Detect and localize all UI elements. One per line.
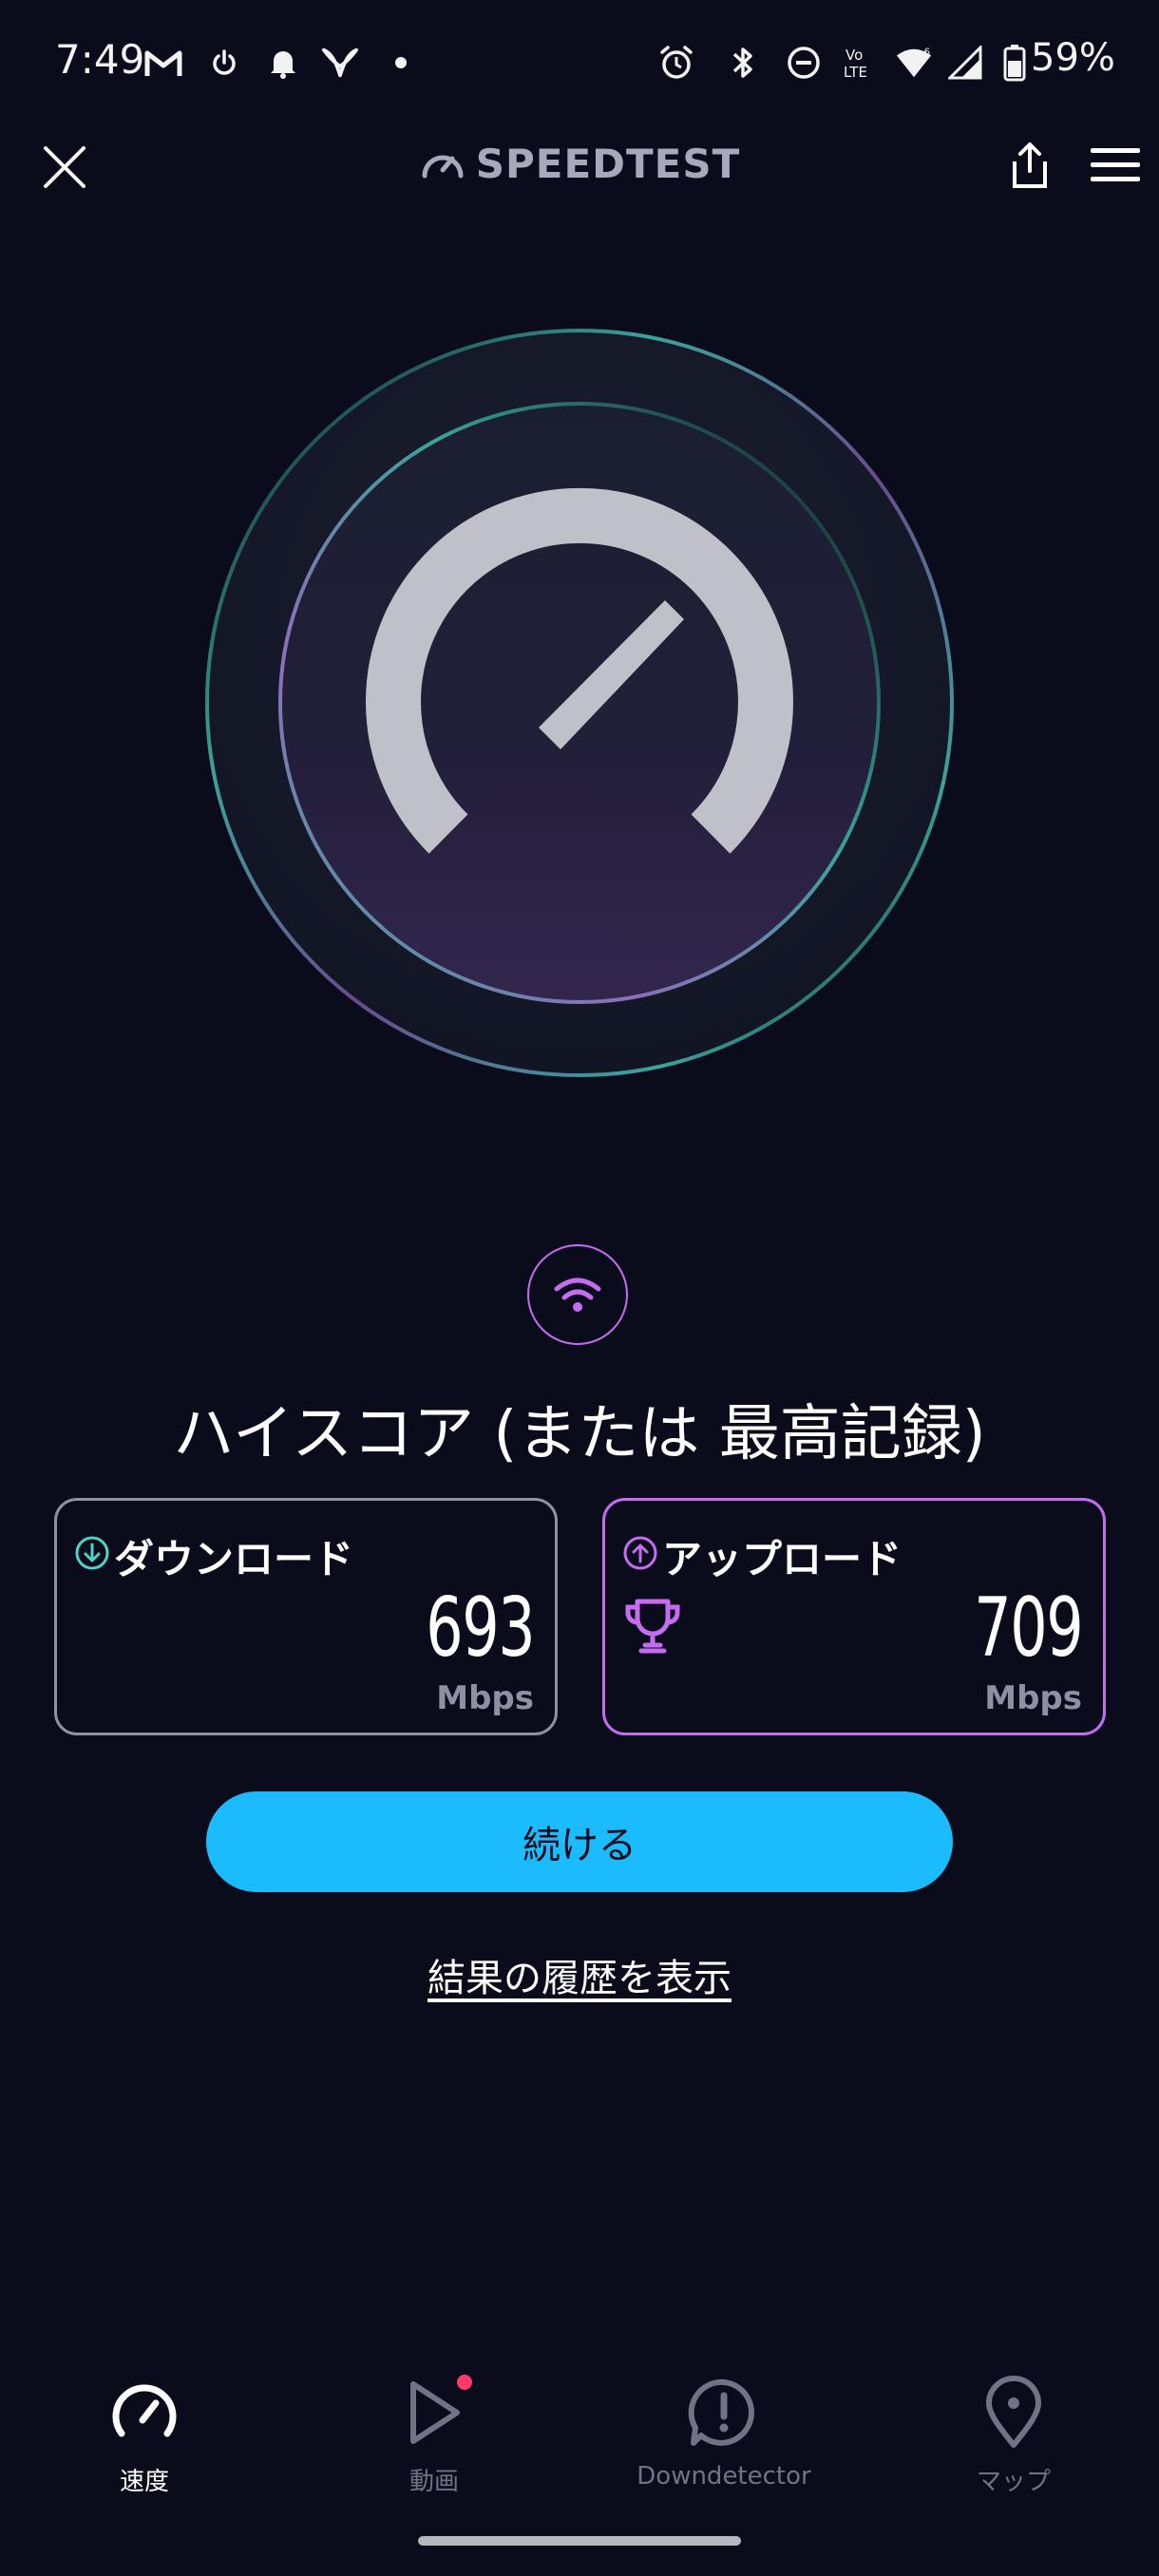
app-title: SPEEDTEST <box>0 141 1159 187</box>
view-history-link[interactable]: 結果の履歴を表示 <box>0 1947 1159 2002</box>
speedtest-logo-icon <box>422 155 464 179</box>
wifi-icon: 6 <box>895 44 933 82</box>
download-value: 693 <box>426 1581 535 1676</box>
bell-icon <box>264 44 302 82</box>
dot-icon <box>382 44 420 82</box>
upload-unit: Mbps <box>984 1679 1082 1717</box>
high-score-title: ハイスコア (または 最高記録) <box>173 1399 986 1469</box>
power-icon <box>205 44 243 82</box>
trophy-icon <box>625 1599 680 1654</box>
download-icon <box>75 1536 109 1570</box>
upload-value: 709 <box>974 1581 1083 1676</box>
gmail-icon <box>144 44 182 82</box>
connection-type-badge <box>527 1244 628 1345</box>
app-title-text: SPEEDTEST <box>475 141 741 187</box>
home-indicator[interactable] <box>418 2536 741 2546</box>
volte-icon: Vo LTE <box>842 44 880 82</box>
bluetooth-icon <box>724 44 762 82</box>
speed-gauge <box>200 323 960 1083</box>
notification-dot <box>457 2375 472 2390</box>
download-result-card: ダウンロード 693 Mbps <box>54 1498 558 1735</box>
battery-icon <box>996 44 1034 82</box>
vpn-icon <box>321 44 359 82</box>
nav-speed[interactable]: 速度 <box>2 2375 287 2498</box>
nav-video-label: 動画 <box>408 2468 459 2496</box>
battery-percentage: 59% <box>1031 36 1115 80</box>
nav-downdetector[interactable]: Downdetector <box>581 2375 866 2498</box>
upload-label: アップロード <box>662 1536 902 1582</box>
dnd-icon <box>785 44 823 82</box>
speedometer-icon <box>112 2384 177 2437</box>
status-bar: 7:49 Vo LTE 6 59% <box>0 0 1159 133</box>
upload-result-card: アップロード 709 Mbps <box>602 1498 1106 1735</box>
nav-map[interactable]: マップ <box>871 2375 1156 2498</box>
upload-icon <box>623 1536 657 1570</box>
nav-video[interactable]: 動画 <box>292 2375 577 2498</box>
alarm-icon <box>657 44 695 82</box>
svg-text:Vo: Vo <box>846 47 863 64</box>
nav-map-label: マップ <box>976 2468 1051 2496</box>
share-icon <box>1013 142 1047 188</box>
continue-button[interactable]: 続ける <box>206 1791 953 1892</box>
signal-icon <box>946 44 984 82</box>
alert-icon <box>688 2378 754 2446</box>
svg-text:LTE: LTE <box>844 64 867 81</box>
download-unit: Mbps <box>436 1679 534 1717</box>
play-icon <box>410 2375 472 2444</box>
status-time: 7:49 <box>55 36 145 83</box>
hamburger-menu-icon <box>1091 148 1140 181</box>
share-button[interactable] <box>1005 139 1054 192</box>
map-pin-icon <box>986 2376 1041 2448</box>
nav-speed-label: 速度 <box>119 2468 169 2496</box>
download-label: ダウンロード <box>114 1536 354 1582</box>
menu-button[interactable] <box>1089 144 1142 186</box>
svg-text:6: 6 <box>923 47 930 58</box>
wifi-icon <box>554 1278 601 1312</box>
nav-downdetector-label: Downdetector <box>636 2462 811 2491</box>
